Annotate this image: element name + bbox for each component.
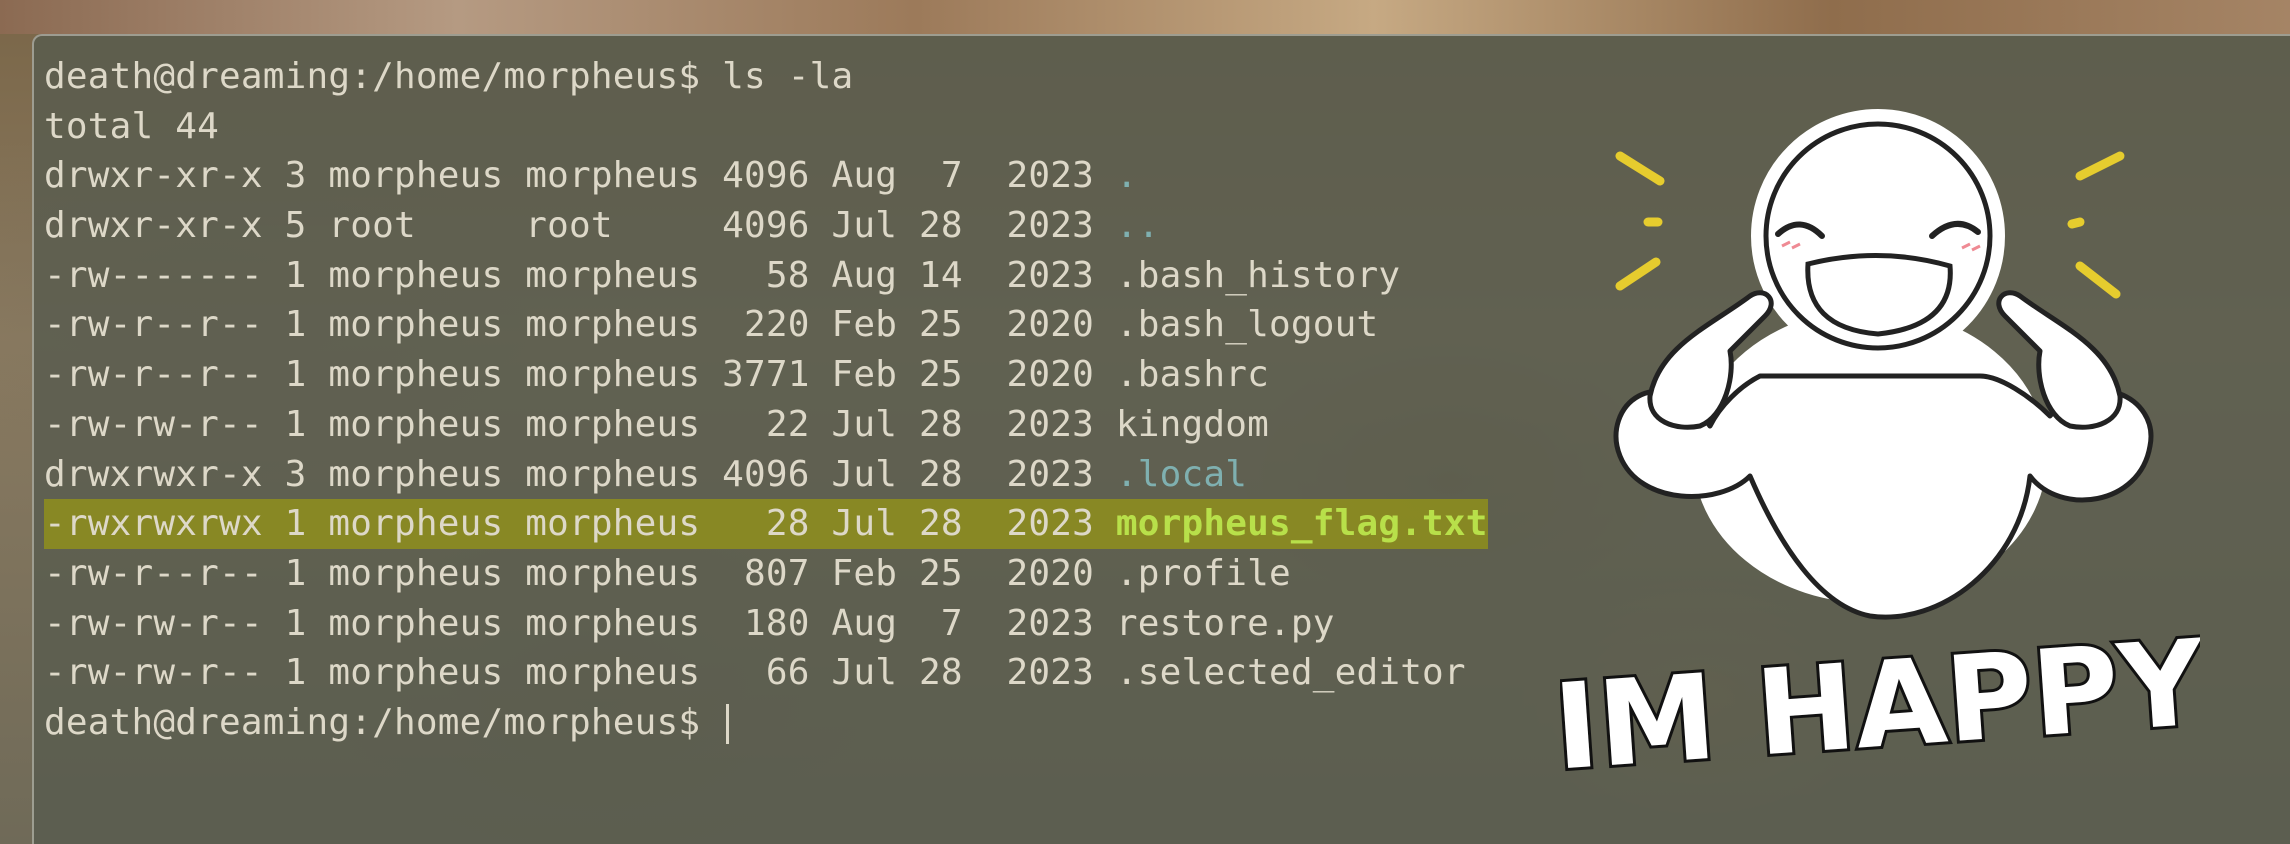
row-name: .selected_editor: [1115, 652, 1466, 694]
row-name: .local: [1115, 453, 1248, 495]
listing-row: -rw-r--r-- 1 morpheus morpheus 807 Feb 2…: [44, 549, 1488, 599]
row-meta: -rw-rw-r-- 1 morpheus morpheus 66 Jul 28…: [44, 652, 1116, 694]
desktop-background: death@dreaming:/home/morpheus$ ls -la to…: [0, 0, 2290, 844]
terminal-output: death@dreaming:/home/morpheus$ ls -la to…: [44, 52, 1488, 748]
row-meta: -rw-r--r-- 1 morpheus morpheus 807 Feb 2…: [44, 552, 1116, 594]
flag-file-name: morpheus_flag.txt: [1115, 503, 1488, 545]
prompt: death@dreaming:/home/morpheus$: [44, 701, 723, 743]
highlight-bar: -rwxrwxrwx 1 morpheus morpheus 28 Jul 28…: [44, 499, 1488, 549]
im-happy-sticker: IM HAPPY: [1560, 109, 2200, 796]
listing-row: drwxr-xr-x 5 root root 4096 Jul 28 2023 …: [44, 201, 1488, 251]
text-cursor: [726, 703, 730, 744]
command-line: death@dreaming:/home/morpheus$ ls -la: [44, 56, 854, 97]
row-meta: drwxr-xr-x 5 root root 4096 Jul 28 2023: [44, 205, 1116, 247]
row-meta: -rw-rw-r-- 1 morpheus morpheus 180 Aug 7…: [44, 602, 1116, 644]
row-name: .bash_history: [1115, 254, 1401, 296]
listing-row: -rw-r--r-- 1 morpheus morpheus 3771 Feb …: [44, 350, 1488, 400]
row-name: .: [1115, 155, 1138, 197]
row-name: .profile: [1115, 552, 1291, 594]
row-meta: -rwxrwxrwx 1 morpheus morpheus 28 Jul 28…: [44, 503, 1116, 545]
row-meta: drwxr-xr-x 3 morpheus morpheus 4096 Aug …: [44, 155, 1116, 197]
listing-row: drwxrwxr-x 3 morpheus morpheus 4096 Jul …: [44, 450, 1488, 500]
row-name: kingdom: [1115, 403, 1269, 445]
listing-row: -rw-rw-r-- 1 morpheus morpheus 66 Jul 28…: [44, 648, 1488, 698]
listing-row: drwxr-xr-x 3 morpheus morpheus 4096 Aug …: [44, 151, 1488, 201]
listing-row-highlighted: -rwxrwxrwx 1 morpheus morpheus 28 Jul 28…: [44, 499, 1488, 549]
prompt-line[interactable]: death@dreaming:/home/morpheus$: [44, 698, 1488, 748]
row-meta: drwxrwxr-x 3 morpheus morpheus 4096 Jul …: [44, 453, 1116, 495]
row-name: .bash_logout: [1115, 304, 1379, 346]
row-meta: -rw-rw-r-- 1 morpheus morpheus 22 Jul 28…: [44, 403, 1116, 445]
row-name: .bashrc: [1115, 354, 1269, 396]
sticker-caption: IM HAPPY: [1560, 613, 2200, 796]
character-head: [1763, 121, 1993, 351]
row-meta: -rw------- 1 morpheus morpheus 58 Aug 14…: [44, 254, 1116, 296]
row-meta: -rw-r--r-- 1 morpheus morpheus 3771 Feb …: [44, 354, 1116, 396]
listing-row: -rw-rw-r-- 1 morpheus morpheus 22 Jul 28…: [44, 400, 1488, 450]
listing-row: -rw------- 1 morpheus morpheus 58 Aug 14…: [44, 251, 1488, 301]
row-name: restore.py: [1115, 602, 1335, 644]
wallpaper-strip: [0, 0, 2290, 34]
listing-row: -rw-r--r-- 1 morpheus morpheus 220 Feb 2…: [44, 300, 1488, 350]
total-line: total 44: [44, 105, 219, 147]
row-name: ..: [1115, 205, 1160, 247]
listing-row: -rw-rw-r-- 1 morpheus morpheus 180 Aug 7…: [44, 599, 1488, 649]
row-meta: -rw-r--r-- 1 morpheus morpheus 220 Feb 2…: [44, 304, 1116, 346]
